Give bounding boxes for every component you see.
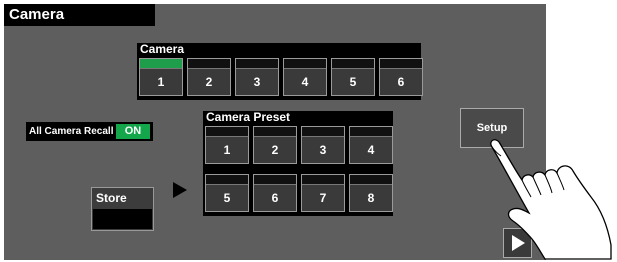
camera-button-label: 5 <box>349 74 357 89</box>
camera-button-1[interactable]: 1 <box>139 58 183 96</box>
preset-button-label: 8 <box>367 190 375 205</box>
preset-button-8[interactable]: 8 <box>349 174 393 212</box>
preset-button-2[interactable]: 2 <box>253 126 297 164</box>
all-camera-recall-label: All Camera Recall <box>29 126 114 137</box>
store-button-label: Store <box>96 191 127 205</box>
store-button[interactable]: Store <box>91 187 154 231</box>
preset-button-5[interactable]: 5 <box>205 174 249 212</box>
preset-button-label: 4 <box>367 142 375 157</box>
preset-button-label: 6 <box>271 190 279 205</box>
preset-button-label: 5 <box>223 190 231 205</box>
preset-button-4[interactable]: 4 <box>349 126 393 164</box>
preset-button-label: 1 <box>223 142 231 157</box>
all-camera-recall: All Camera Recall ON <box>26 122 153 141</box>
store-display <box>93 209 152 229</box>
camera-preset-header: Camera Preset <box>203 111 393 124</box>
camera-button-label: 6 <box>397 74 405 89</box>
camera-button-label: 1 <box>157 74 165 89</box>
camera-button-4[interactable]: 4 <box>283 58 327 96</box>
triangle-right-icon <box>173 182 187 198</box>
preset-button-label: 3 <box>319 142 327 157</box>
camera-button-label: 3 <box>253 74 261 89</box>
panel-title: Camera <box>4 4 155 26</box>
preset-button-6[interactable]: 6 <box>253 174 297 212</box>
preset-button-7[interactable]: 7 <box>301 174 345 212</box>
camera-button-2[interactable]: 2 <box>187 58 231 96</box>
all-camera-recall-toggle[interactable]: ON <box>116 124 150 139</box>
pointing-hand-icon <box>490 139 612 260</box>
preset-button-1[interactable]: 1 <box>205 126 249 164</box>
camera-button-3[interactable]: 3 <box>235 58 279 96</box>
preset-button-label: 7 <box>319 190 327 205</box>
preset-button-label: 2 <box>271 142 279 157</box>
camera-button-5[interactable]: 5 <box>331 58 375 96</box>
preset-button-3[interactable]: 3 <box>301 126 345 164</box>
camera-button-6[interactable]: 6 <box>379 58 423 96</box>
camera-group-header: Camera <box>137 43 421 56</box>
camera-button-label: 4 <box>301 74 309 89</box>
camera-button-label: 2 <box>205 74 213 89</box>
